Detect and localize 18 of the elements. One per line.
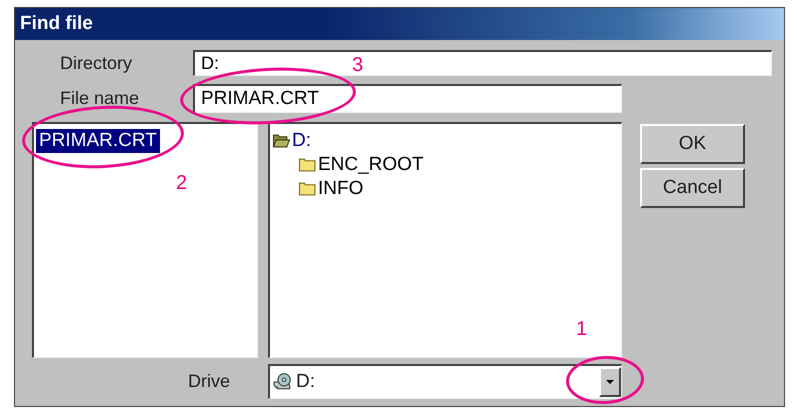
folder-label[interactable]: ENC_ROOT xyxy=(318,154,424,176)
callout-number: 1 xyxy=(576,318,588,341)
directory-label: Directory xyxy=(59,52,134,74)
dropdown-button[interactable] xyxy=(599,367,621,397)
file-item[interactable]: PRIMAR.CRT xyxy=(36,129,160,153)
folder-label[interactable]: INFO xyxy=(318,178,364,200)
folder-label[interactable]: D: xyxy=(292,130,311,152)
drive-label: Drive xyxy=(186,371,231,392)
callout-number: 2 xyxy=(176,172,188,195)
window-title: Find file xyxy=(20,13,93,35)
caret-icon xyxy=(606,380,614,384)
file-name-label: File name xyxy=(59,88,140,109)
cancel-button[interactable]: Cancel xyxy=(640,168,745,208)
ok-button[interactable]: OK xyxy=(640,124,745,164)
drive-icon xyxy=(273,372,293,392)
callout-number: 3 xyxy=(352,54,364,77)
drive-dropdown[interactable]: D: xyxy=(268,364,622,399)
file-name-field[interactable]: PRIMAR.CRT xyxy=(193,84,622,113)
